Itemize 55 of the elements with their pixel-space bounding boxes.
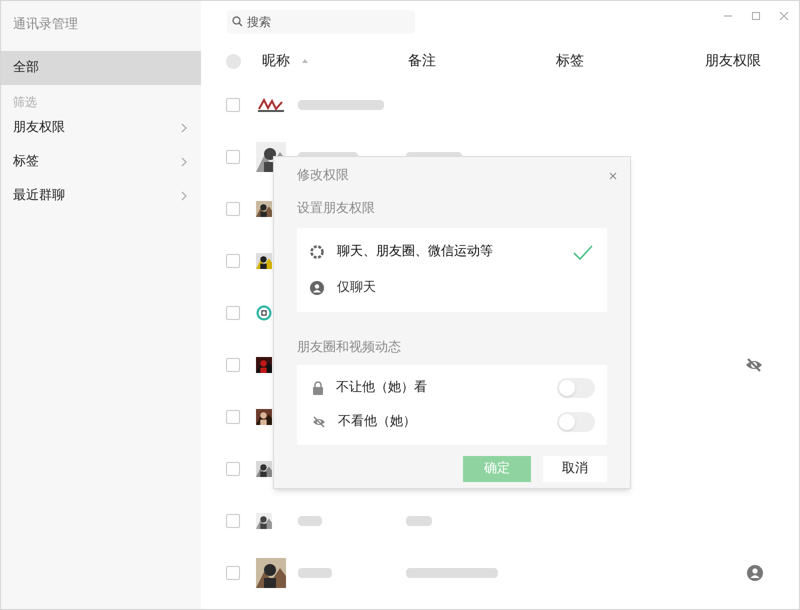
option-label: 聊天、朋友圈、微信运动等: [337, 243, 494, 262]
filter-item[interactable]: 最近群聊: [1, 179, 201, 213]
checkbox[interactable]: [226, 150, 240, 164]
column-header: 备注: [408, 52, 437, 70]
filter-item[interactable]: 标签: [1, 145, 201, 179]
redacted-bar: [298, 516, 322, 526]
search-icon: [232, 16, 243, 27]
filter-label: 最近群聊: [13, 187, 65, 206]
checkbox[interactable]: [226, 306, 240, 320]
cancel-button[interactable]: 取消: [543, 456, 607, 482]
permission-option[interactable]: 仅聊天: [297, 270, 607, 306]
checkbox[interactable]: [226, 514, 240, 528]
dialog-title: 修改权限: [297, 167, 349, 186]
toggle-label: 不让他（她）看: [336, 379, 428, 398]
aperture-icon: [310, 245, 324, 259]
chevron-icon: [181, 157, 187, 167]
checkbox[interactable]: [226, 98, 240, 112]
maximize-icon[interactable]: [751, 11, 761, 21]
permission-option[interactable]: 聊天、朋友圈、微信运动等: [297, 234, 607, 270]
toggle-switch[interactable]: [557, 412, 595, 432]
filter-label: 朋友权限: [13, 119, 65, 138]
column-header[interactable]: 昵称: [262, 50, 302, 72]
person-icon: [747, 565, 763, 581]
sidebar-item[interactable]: 全部: [1, 51, 201, 85]
toggle-switch[interactable]: [557, 378, 595, 398]
checkbox[interactable]: [226, 566, 240, 580]
redacted-bar: [298, 568, 332, 578]
checkbox[interactable]: [226, 254, 240, 268]
eye-slash-icon: [312, 416, 326, 428]
chevron-icon: [181, 123, 187, 133]
checkbox[interactable]: [226, 358, 240, 372]
checkbox[interactable]: [226, 410, 240, 424]
app-title: 通讯录管理: [13, 17, 78, 32]
person-icon: [310, 281, 324, 295]
chevron-icon: [181, 191, 187, 201]
section-heading: 设置朋友权限: [297, 201, 375, 216]
column-header: 标签: [556, 52, 585, 70]
search-field[interactable]: 搜索: [227, 10, 415, 34]
column-header: 朋友权限: [705, 52, 761, 70]
close-icon[interactable]: [779, 11, 789, 21]
filter-heading: 筛选: [12, 94, 38, 111]
section-heading: 朋友圈和视频动态: [297, 340, 401, 355]
checkbox[interactable]: [226, 462, 240, 476]
close-icon[interactable]: [609, 172, 617, 180]
sort-icon[interactable]: [302, 58, 308, 64]
lock-icon: [312, 381, 324, 395]
checkbox[interactable]: [226, 202, 240, 216]
filter-item[interactable]: 朋友权限: [1, 111, 201, 145]
filter-label: 标签: [13, 153, 39, 172]
checkmark-icon: [573, 244, 593, 260]
redacted-bar: [406, 516, 432, 526]
select-all-checkbox[interactable]: [226, 54, 241, 68]
toggle-label: 不看他（她）: [338, 413, 417, 432]
eye-slash-icon: [745, 357, 763, 373]
option-label: 仅聊天: [337, 279, 377, 298]
